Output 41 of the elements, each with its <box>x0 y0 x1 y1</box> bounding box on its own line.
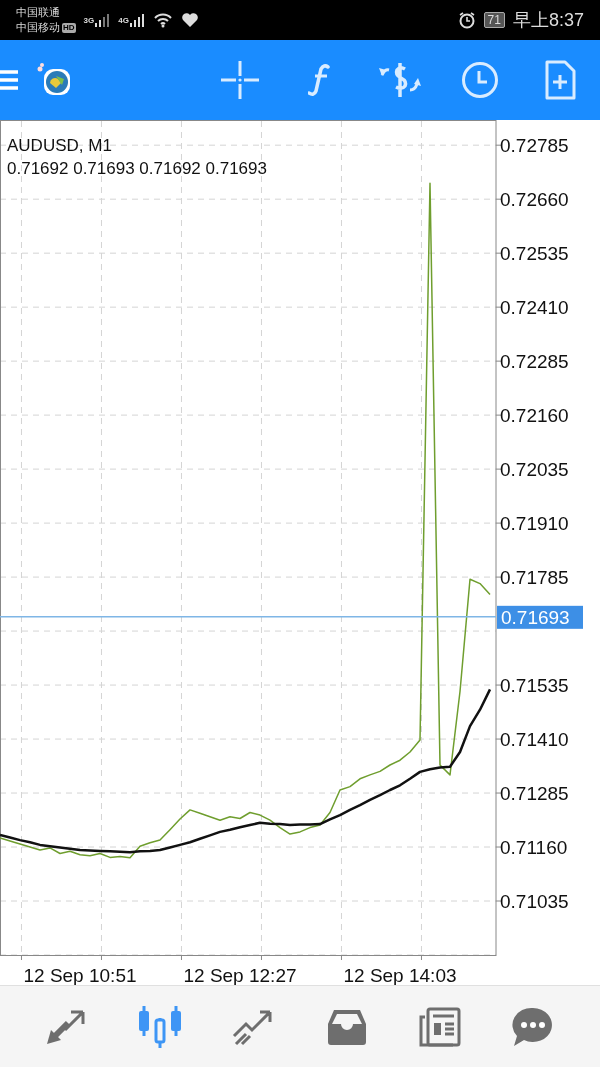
chat-bubble-icon <box>512 1005 555 1048</box>
hd-badge: HD <box>62 22 76 33</box>
price-axis-label: 0.72285 <box>500 351 569 373</box>
carrier-name: 中国联通 <box>16 5 61 20</box>
battery-indicator: 71 <box>483 12 505 28</box>
heart-icon <box>180 12 199 28</box>
clock-time: 早上8:37 <box>512 9 584 32</box>
price-axis-label: 0.71785 <box>500 567 569 589</box>
function-icon <box>308 62 332 98</box>
signal-icon <box>94 12 111 28</box>
add-document-icon <box>544 60 576 100</box>
price-axis-label: 0.72410 <box>500 297 569 319</box>
price-axis-label: 0.72035 <box>500 459 569 481</box>
candlestick-icon <box>138 1005 182 1048</box>
globe-icon <box>36 63 72 97</box>
price-axis-label: 0.71285 <box>500 783 569 805</box>
ref-line-label: 0.71693 <box>501 606 570 628</box>
inbox-icon <box>325 1007 368 1046</box>
signal-icon <box>128 12 145 28</box>
price-axis-label: 0.71160 <box>500 837 568 858</box>
price-axis-label: 0.71535 <box>500 675 569 697</box>
price-axis-label: 0.71035 <box>500 891 569 912</box>
carrier-name: 中国移动 <box>16 20 60 35</box>
wifi-icon <box>152 12 173 28</box>
price-axis-label: 0.72160 <box>500 405 569 427</box>
newspaper-icon <box>418 1006 461 1047</box>
dollar-exchange-icon <box>377 60 423 100</box>
price-quote: 0.71692 0.71693 0.71692 0.71693 <box>7 158 267 180</box>
network-type: 3G <box>83 16 95 25</box>
price-badge: 0.71693 <box>497 605 583 629</box>
network-type: 4G <box>118 16 129 25</box>
price-axis-label: 0.71410 <box>500 729 569 751</box>
price-axis-label: 0.72535 <box>500 243 569 265</box>
price-axis-label: 0.72660 <box>500 189 569 211</box>
price-axis-label: 0.71910 <box>500 513 569 535</box>
clock-icon <box>461 61 499 99</box>
menu-icon <box>0 68 18 92</box>
alarm-icon <box>457 11 476 29</box>
crosshair-icon <box>221 61 259 99</box>
price-axis-label: 0.72785 <box>500 135 569 157</box>
chart-title: AUDUSD, M1 <box>7 135 113 157</box>
